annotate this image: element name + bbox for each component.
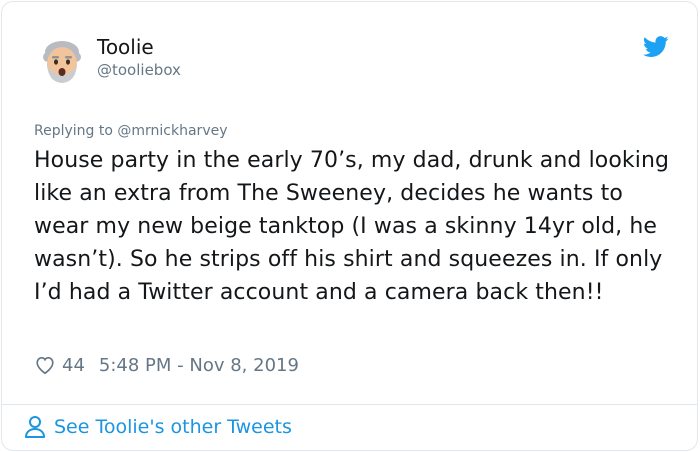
heart-icon[interactable] bbox=[34, 354, 56, 376]
see-other-tweets-label[interactable]: See Toolie's other Tweets bbox=[54, 416, 292, 438]
replying-prefix: Replying to bbox=[34, 123, 118, 139]
author-name[interactable]: Toolie bbox=[97, 35, 154, 59]
see-other-tweets-link[interactable]: See Toolie's other Tweets bbox=[24, 415, 292, 439]
tweet-card: Toolie @tooliebox Replying to @mrnickhar… bbox=[1, 1, 698, 451]
tweet-text: House party in the early 70’s, my dad, d… bbox=[34, 148, 670, 305]
tweet-meta: 44 5:48 PM - Nov 8, 2019 bbox=[34, 351, 299, 379]
person-icon bbox=[24, 415, 46, 439]
replying-to: Replying to @mrnickharvey bbox=[34, 123, 228, 139]
avatar[interactable] bbox=[39, 38, 85, 84]
twitter-bird-icon[interactable] bbox=[642, 36, 669, 58]
divider bbox=[2, 404, 697, 405]
like-count[interactable]: 44 bbox=[62, 355, 85, 376]
tweet-timestamp[interactable]: 5:48 PM - Nov 8, 2019 bbox=[99, 355, 299, 376]
author-handle[interactable]: @tooliebox bbox=[97, 61, 181, 79]
old-man-emoji-icon bbox=[43, 41, 81, 83]
replying-to-handle-link[interactable]: @mrnickharvey bbox=[117, 123, 227, 139]
